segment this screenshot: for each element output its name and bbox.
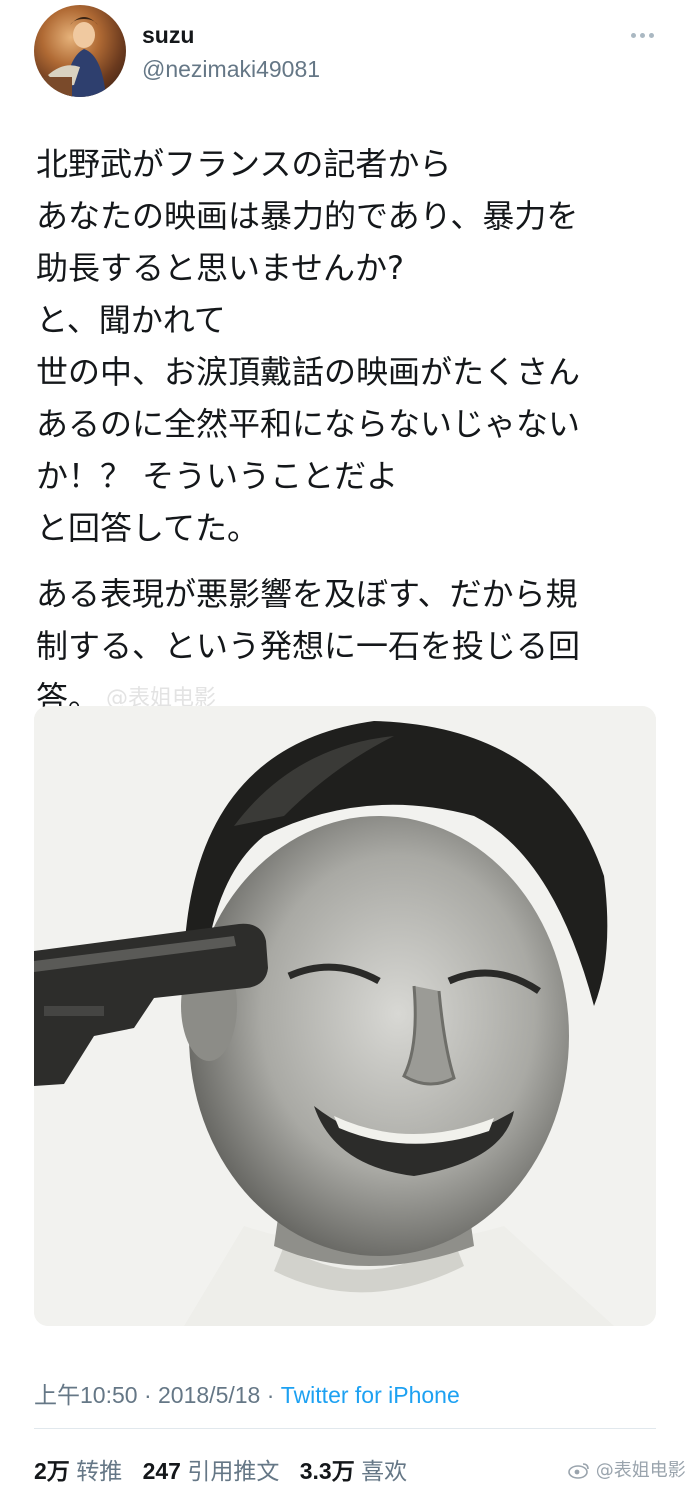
tweet-line: 制する、という発想に一石を投じる回	[36, 627, 581, 665]
tweet-date[interactable]: 2018/5/18	[158, 1382, 260, 1408]
tweet-line: あるのに全然平和にならないじゃない	[36, 405, 581, 443]
tweet-line: ある表現が悪影響を及ぼす、だから規	[36, 575, 578, 613]
avatar[interactable]	[34, 5, 126, 97]
likes-stat[interactable]: 3.3万 喜欢	[300, 1458, 407, 1484]
photo-man-gun-to-head	[34, 706, 656, 1326]
tweet-line: あなたの映画は暴力的であり、暴力を	[36, 197, 579, 235]
likes-label: 喜欢	[361, 1458, 408, 1484]
quotes-label: 引用推文	[187, 1458, 280, 1484]
likes-count: 3.3万	[299, 1458, 355, 1484]
weibo-watermark: @表姐电影	[568, 1456, 686, 1482]
tweet-line: と、聞かれて	[36, 301, 226, 339]
tweet-paragraph-1: 北野武がフランスの記者から あなたの映画は暴力的であり、暴力を 助長すると思いま…	[36, 138, 670, 554]
username[interactable]: @nezimaki49081	[142, 56, 320, 83]
tweet-source-link[interactable]: Twitter for iPhone	[281, 1382, 460, 1408]
tweet-stats: 2万 转推 247 引用推文 3.3万 喜欢	[34, 1452, 421, 1486]
tweet-line: 助長すると思いませんか?	[36, 249, 405, 287]
divider	[34, 1428, 656, 1429]
tweet-meta: 上午10:50 · 2018/5/18 · Twitter for iPhone	[34, 1376, 460, 1410]
quotes-count: 247	[142, 1458, 181, 1484]
dot	[648, 32, 654, 38]
display-name[interactable]: suzu	[142, 22, 194, 49]
tweet-photo[interactable]	[34, 706, 656, 1326]
quotes-stat[interactable]: 247 引用推文	[143, 1458, 280, 1484]
more-dots-icon[interactable]	[626, 28, 658, 42]
retweets-label: 转推	[76, 1458, 123, 1484]
tweet-line: 北野武がフランスの記者から	[36, 145, 452, 183]
tweet-line: か！？ そういうことだよ	[36, 457, 399, 495]
tweet-paragraph-2: ある表現が悪影響を及ぼす、だから規 制する、という発想に一石を投じる回 答。 @表…	[36, 568, 670, 725]
dot	[639, 32, 645, 38]
tweet-time[interactable]: 上午10:50	[34, 1382, 138, 1408]
weibo-watermark-text: @表姐电影	[595, 1460, 686, 1481]
retweets-stat[interactable]: 2万 转推	[34, 1458, 122, 1484]
avatar-image	[42, 17, 106, 97]
weibo-logo-icon	[568, 1463, 589, 1479]
retweets-count: 2万	[34, 1458, 70, 1484]
meta-separator: ·	[137, 1382, 159, 1408]
tweet-line: と回答してた。	[36, 509, 260, 547]
dot	[630, 32, 636, 38]
meta-separator: ·	[260, 1382, 281, 1408]
tweet-text: 北野武がフランスの記者から あなたの映画は暴力的であり、暴力を 助長すると思いま…	[36, 138, 670, 725]
tweet-line: 世の中、お涙頂戴話の映画がたくさん	[36, 353, 581, 391]
